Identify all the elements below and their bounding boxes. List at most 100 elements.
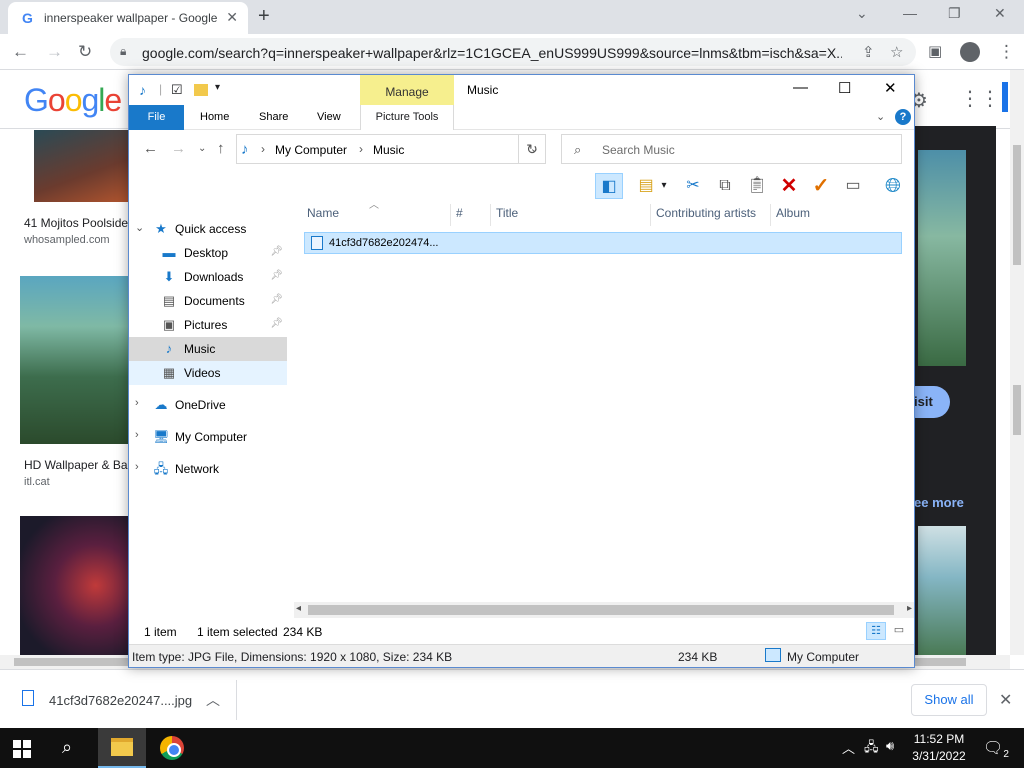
checkmark-icon[interactable]: ✓ [807,173,835,199]
show-all-button[interactable]: Show all [911,684,987,716]
tab-share[interactable]: Share [259,111,288,123]
result-thumbnail-2[interactable] [20,276,128,444]
page-scroll-thumb[interactable] [1013,145,1021,265]
breadcrumb-separator-icon[interactable]: › [359,142,363,156]
explorer-forward-icon[interactable]: → [171,140,186,157]
explorer-title-bar[interactable]: ♪ | ☑ ▾ Manage Music — ☐ ✕ [129,75,914,105]
system-clock[interactable]: 11:52 PM 3/31/2022 [906,731,972,765]
new-item-dropdown-icon[interactable]: ▾ [657,173,671,199]
google-logo[interactable]: Google [24,82,122,119]
tab-home[interactable]: Home [200,111,229,123]
preview-image-top[interactable] [918,150,966,366]
column-header-album[interactable]: Album [776,206,810,220]
paste-icon[interactable]: 📋︎ [743,173,771,199]
share-icon[interactable]: ⇪ [862,43,875,61]
column-divider[interactable] [770,204,771,226]
explorer-maximize-icon[interactable]: ☐ [838,79,851,97]
collapsed-chevron-icon[interactable]: › [135,429,139,441]
manage-contextual-tab-header[interactable]: Manage [360,75,454,105]
forward-icon[interactable]: → [46,42,63,62]
result-title-1[interactable]: 41 Mojitos Poolside [24,216,128,230]
rename-icon[interactable]: ▭ [839,173,867,199]
nav-downloads[interactable]: ⬇ Downloads 📌︎ [129,265,287,289]
column-divider[interactable] [650,204,651,226]
nav-quick-access[interactable]: ⌄ ★ Quick access [129,217,287,241]
up-one-level-icon[interactable]: ↑ [217,140,225,157]
expand-ribbon-chevron-icon[interactable]: ⌄ [876,110,885,123]
windows-start-icon[interactable] [13,740,31,758]
explorer-minimize-icon[interactable]: — [793,79,808,96]
page-scroll-thumb-secondary[interactable] [1013,385,1021,435]
new-tab-button[interactable]: + [258,5,270,28]
help-icon[interactable]: ? [895,109,911,125]
globe-icon[interactable]: 🌐︎ [879,173,907,199]
customize-quick-access-icon[interactable]: ▾ [215,82,220,93]
breadcrumb-my-computer[interactable]: My Computer [275,143,347,157]
explorer-close-icon[interactable]: ✕ [884,79,897,97]
expanded-chevron-icon[interactable]: ⌄ [135,221,144,234]
details-view-icon[interactable]: ☷ [866,622,886,640]
breadcrumb-music[interactable]: Music [373,143,404,157]
nav-onedrive[interactable]: › ☁ OneDrive [129,393,287,417]
url-text[interactable]: google.com/search?q=innerspeaker+wallpap… [142,45,842,61]
scroll-left-icon[interactable]: ◂ [296,603,301,614]
chrome-menu-icon[interactable]: ⋮ [998,42,1015,62]
back-icon[interactable]: ← [12,42,29,62]
properties-icon[interactable]: ☑ [171,82,183,98]
result-source-1[interactable]: whosampled.com [24,234,110,246]
network-icon[interactable]: 🖧︎ [864,738,879,760]
cut-icon[interactable]: ✂ [679,173,707,199]
lock-icon[interactable]: 🔒︎ [120,44,126,59]
page-vertical-scrollbar[interactable] [1010,70,1024,655]
explorer-address-bar[interactable]: ♪ › My Computer › Music ⌄ [236,134,546,164]
nav-music[interactable]: ♪ Music [129,337,287,361]
tab-search-icon[interactable]: ⌄ [856,5,868,22]
taskbar-file-explorer[interactable] [98,728,146,768]
taskbar-chrome-icon[interactable] [160,736,184,760]
volume-icon[interactable]: 🔊︎ [886,738,894,754]
nav-network[interactable]: › 🖧︎ Network [129,457,287,481]
reload-icon[interactable]: ↻ [78,42,92,62]
result-source-2[interactable]: itl.cat [24,476,50,488]
collapsed-chevron-icon[interactable]: › [135,461,139,473]
download-options-chevron-icon[interactable]: ︿ [206,690,220,710]
file-list-horizontal-scrollbar[interactable]: ◂ ▸ [294,602,914,618]
address-bar[interactable]: 🔒︎ google.com/search?q=innerspeaker+wall… [110,38,916,66]
show-hidden-icons-chevron[interactable]: ︿ [842,738,855,757]
result-thumbnail-1[interactable] [34,130,128,202]
copy-icon[interactable]: ⧉ [711,173,739,199]
column-divider[interactable] [450,204,451,226]
tab-picture-tools[interactable]: Picture Tools [360,105,454,130]
nav-documents[interactable]: ▤ Documents 📌︎ [129,289,287,313]
see-more-link[interactable]: ee more [914,495,964,510]
restore-icon[interactable]: ❐ [948,5,961,22]
preview-image-bottom[interactable] [918,526,966,655]
file-name[interactable]: 41cf3d7682e202474... [329,237,439,249]
column-header-contributing-artists[interactable]: Contributing artists [656,206,756,220]
column-header-number[interactable]: # [456,206,463,220]
explorer-back-icon[interactable]: ← [143,140,158,157]
nav-videos[interactable]: ▦ Videos [129,361,287,385]
profile-avatar-icon[interactable] [960,42,980,62]
recent-locations-chevron-icon[interactable]: ⌄ [198,143,206,154]
nav-my-computer[interactable]: › 🖥︎ My Computer [129,425,287,449]
browser-tab[interactable]: G innerspeaker wallpaper - Google ✕ [8,2,248,34]
collapsed-chevron-icon[interactable]: › [135,397,139,409]
preview-pane-icon[interactable]: ◧ [595,173,623,199]
action-center-icon[interactable]: 🗨︎2 [983,738,1009,760]
file-row[interactable]: 41cf3d7682e202474... [304,232,902,254]
apps-grid-icon[interactable]: ⋮⋮ [960,86,1000,111]
nav-desktop[interactable]: ▬ Desktop 📌︎ [129,241,287,265]
result-title-2[interactable]: HD Wallpaper & Bac [24,458,134,472]
explorer-search-box[interactable]: ⌕ Search Music [561,134,902,164]
side-panel-icon[interactable]: ▣ [928,42,942,60]
scroll-right-icon[interactable]: ▸ [907,603,912,614]
tab-file[interactable]: File [129,105,184,130]
download-file-name[interactable]: 41cf3d7682e20247....jpg [49,693,192,708]
refresh-button[interactable]: ↻ [518,134,546,164]
column-header-title[interactable]: Title [496,206,518,220]
bookmark-star-icon[interactable]: ☆ [890,43,903,61]
new-item-icon[interactable]: ▤ [632,173,660,199]
tab-view[interactable]: View [317,111,341,123]
large-icons-view-icon[interactable]: ▭ [889,622,909,640]
